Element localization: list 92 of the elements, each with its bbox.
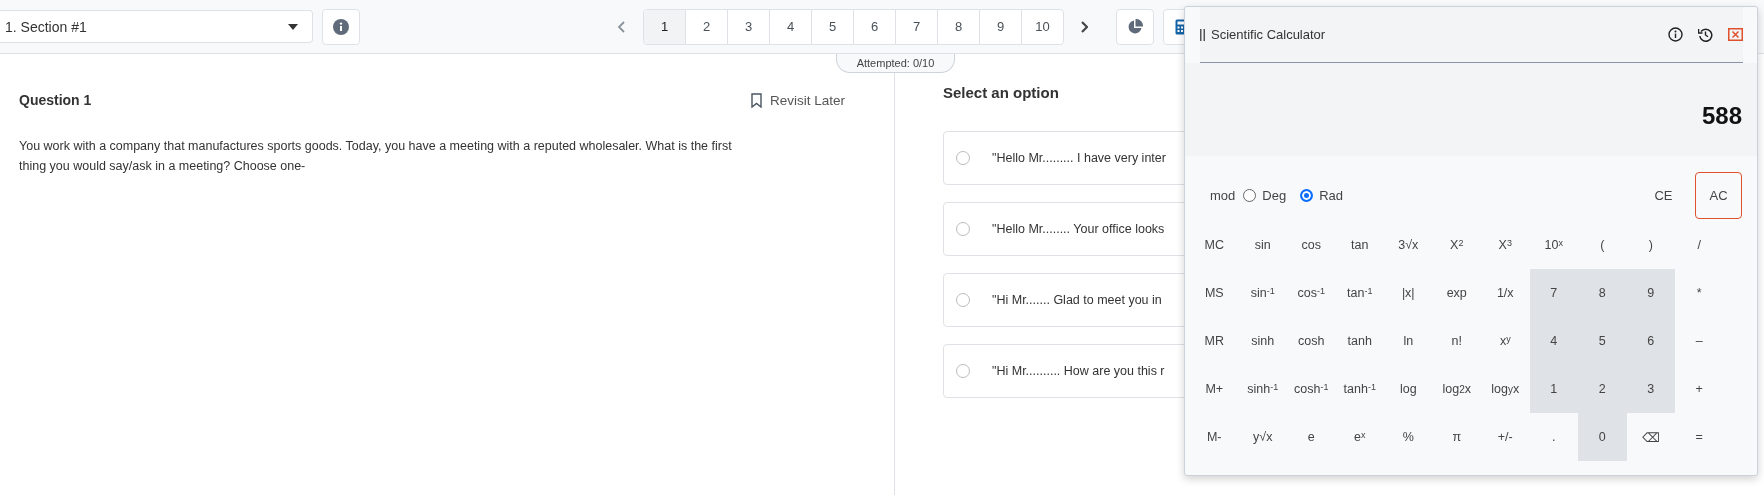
page-button[interactable]: 8 bbox=[937, 9, 979, 44]
caret-icon bbox=[288, 23, 298, 30]
calculator-key[interactable]: sin$^{-1}$ bbox=[1238, 269, 1287, 317]
calculator-key[interactable]: π bbox=[1432, 413, 1481, 461]
calculator-key[interactable]: 8 bbox=[1578, 269, 1627, 317]
calculator-key[interactable]: exp bbox=[1432, 269, 1481, 317]
calculator-key[interactable]: tan bbox=[1335, 221, 1384, 269]
calculator-key[interactable]: tan$^{-1}$ bbox=[1335, 269, 1384, 317]
bookmark-icon bbox=[750, 92, 762, 108]
calculator-key[interactable]: M+ bbox=[1190, 365, 1239, 413]
option-text: "Hello Mr......... I have very inter bbox=[992, 151, 1166, 165]
history-icon bbox=[1698, 27, 1713, 42]
calculator-key[interactable]: sinh$^{-1}$ bbox=[1238, 365, 1287, 413]
calculator-key[interactable]: 6 bbox=[1626, 317, 1675, 365]
calculator-key[interactable]: M- bbox=[1190, 413, 1239, 461]
calculator-key[interactable]: cos$^{-1}$ bbox=[1287, 269, 1336, 317]
attempted-badge: Attempted: 0/10 bbox=[836, 54, 955, 73]
info-icon bbox=[1668, 27, 1683, 42]
calculator-key[interactable]: MR bbox=[1190, 317, 1239, 365]
calculator-key[interactable]: 4 bbox=[1529, 317, 1578, 365]
calculator-key[interactable]: 2 bbox=[1578, 365, 1627, 413]
page-button[interactable]: 3 bbox=[727, 9, 769, 44]
calculator-key[interactable]: MS bbox=[1190, 269, 1239, 317]
mode-label: mod bbox=[1210, 188, 1236, 203]
calculator-key[interactable]: = bbox=[1675, 413, 1724, 461]
calculator-key[interactable]: ln bbox=[1384, 317, 1433, 365]
calculator-key[interactable]: sin bbox=[1238, 221, 1287, 269]
calculator-key[interactable]: 5 bbox=[1578, 317, 1627, 365]
calculator-key[interactable]: % bbox=[1384, 413, 1433, 461]
calculator-key[interactable]: x$^{y}$ bbox=[1481, 317, 1530, 365]
calculator-key[interactable]: 0 bbox=[1578, 413, 1627, 461]
calculator-key[interactable]: – bbox=[1675, 317, 1724, 365]
calculator-key[interactable]: ) bbox=[1626, 221, 1675, 269]
calculator-key[interactable]: 9 bbox=[1626, 269, 1675, 317]
calculator-key[interactable]: AC bbox=[1695, 172, 1742, 219]
page-button[interactable]: 7 bbox=[895, 9, 937, 44]
calculator-key[interactable]: log bbox=[1384, 365, 1433, 413]
drag-handle-icon bbox=[1200, 28, 1205, 41]
calculator-key[interactable]: ⌫ bbox=[1626, 413, 1675, 461]
calculator-key[interactable]: 7 bbox=[1529, 269, 1578, 317]
page-button[interactable]: 4 bbox=[769, 9, 811, 44]
calculator-key[interactable]: tanh bbox=[1335, 317, 1384, 365]
calculator-key[interactable]: n! bbox=[1432, 317, 1481, 365]
chevron-right-icon bbox=[1080, 20, 1088, 33]
display-value: 588 bbox=[1701, 101, 1742, 130]
calculator-key[interactable]: CE bbox=[1640, 172, 1687, 219]
calculator-key[interactable]: 10$^{x}$ bbox=[1529, 221, 1578, 269]
calculator-key[interactable]: X$^{2}$ bbox=[1432, 221, 1481, 269]
calculator-key[interactable]: y√x bbox=[1238, 413, 1287, 461]
calculator-key[interactable]: cosh bbox=[1287, 317, 1336, 365]
question-title: Question 1 bbox=[19, 92, 92, 108]
calculator-key[interactable]: tanh$^{-1}$ bbox=[1335, 365, 1384, 413]
options-heading: Select an option bbox=[943, 83, 1060, 103]
calculator-key[interactable]: 3√x bbox=[1384, 221, 1433, 269]
section-dropdown[interactable]: 1. Section #1 bbox=[0, 10, 313, 43]
calculator-key[interactable]: . bbox=[1529, 413, 1578, 461]
calculator-key[interactable]: + bbox=[1675, 365, 1724, 413]
revisit-later-button[interactable]: Revisit Later bbox=[750, 92, 845, 108]
chart-button[interactable] bbox=[1116, 8, 1154, 45]
calculator-key[interactable]: cosh$^{-1}$ bbox=[1287, 365, 1336, 413]
page-button[interactable]: 2 bbox=[685, 9, 727, 44]
mode-radio[interactable]: Rad bbox=[1300, 188, 1343, 203]
calculator-key[interactable]: 3 bbox=[1626, 365, 1675, 413]
page-button[interactable]: 1 bbox=[644, 9, 685, 44]
info-button[interactable] bbox=[322, 8, 360, 45]
calculator-key[interactable]: / bbox=[1675, 221, 1724, 269]
calculator-key[interactable]: sinh bbox=[1238, 317, 1287, 365]
chevron-left-icon bbox=[618, 20, 626, 33]
calculator-key[interactable]: ( bbox=[1578, 221, 1627, 269]
calculator-key[interactable]: MC bbox=[1190, 221, 1239, 269]
option-text: "Hello Mr........ Your office looks bbox=[992, 222, 1165, 236]
calculator-title: Scientific Calculator bbox=[1211, 27, 1327, 42]
calculator-key[interactable]: 1/x bbox=[1481, 269, 1530, 317]
page-button[interactable]: 9 bbox=[979, 9, 1021, 44]
calculator-key[interactable]: +/- bbox=[1481, 413, 1530, 461]
page-button[interactable]: 10 bbox=[1021, 9, 1063, 44]
page-button[interactable]: 6 bbox=[853, 9, 895, 44]
calculator-key[interactable]: cos bbox=[1287, 221, 1336, 269]
close-icon bbox=[1728, 28, 1743, 41]
calculator-key[interactable]: 1 bbox=[1529, 365, 1578, 413]
option-text: "Hi Mr.......... How are you this r bbox=[992, 364, 1165, 378]
page-button[interactable]: 5 bbox=[811, 9, 853, 44]
question-text: You work with a company that manufactures sports goods. Today, you have a meeting with a reputed wholesaler. What is the first thing you would say/ask in a meeting? Choose one- bbox=[19, 138, 733, 175]
calculator-key[interactable]: e bbox=[1287, 413, 1336, 461]
pie-chart-icon bbox=[1127, 18, 1143, 35]
mode-radio[interactable]: Deg bbox=[1243, 188, 1287, 203]
option-text: "Hi Mr....... Glad to meet you in bbox=[992, 293, 1162, 307]
calculator-key[interactable]: e$^{x}$ bbox=[1335, 413, 1384, 461]
calculator-key[interactable]: X$^{3}$ bbox=[1481, 221, 1530, 269]
calculator-key[interactable]: * bbox=[1675, 269, 1724, 317]
info-icon bbox=[333, 18, 349, 35]
calculator-key[interactable]: |x| bbox=[1384, 269, 1433, 317]
